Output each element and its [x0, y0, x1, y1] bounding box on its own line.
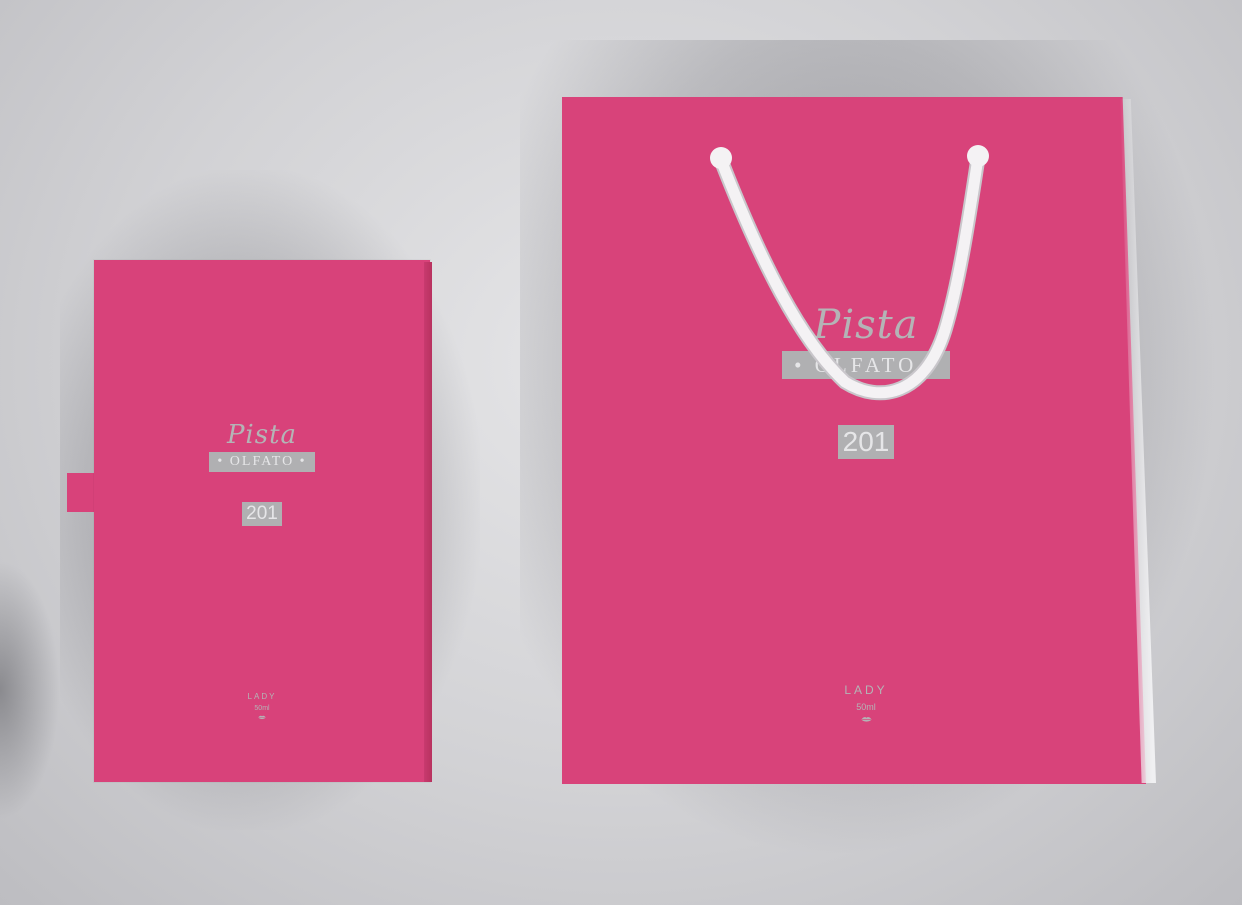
box-brand-band: • OLFATO •: [209, 452, 315, 472]
box-fragrance-number: 201: [242, 502, 282, 526]
box-print: Pista • OLFATO • 201 LADY 50ml: [94, 260, 430, 782]
bag-fragrance-number: 201: [837, 425, 895, 459]
product-mockup-scene: Pista • OLFATO • 201 LADY 50ml Pista • O…: [0, 0, 1242, 905]
box-brand-script: Pista: [226, 420, 298, 450]
box-variant-label: LADY: [247, 692, 277, 701]
lips-icon: [258, 715, 266, 719]
box-volume-label: 50ml: [254, 705, 270, 712]
bag-brand-band: • OLFATO •: [782, 351, 950, 379]
bag-brand-script: Pista: [813, 302, 919, 348]
bag-volume-label: 50ml: [856, 702, 876, 712]
bag-print: Pista • OLFATO • 201 LADY 50ml: [562, 97, 1146, 784]
left-edge-shadow: [0, 560, 60, 820]
box-pull-tab: [67, 473, 95, 512]
lips-icon: [861, 717, 871, 722]
bag-variant-label: LADY: [844, 683, 888, 697]
